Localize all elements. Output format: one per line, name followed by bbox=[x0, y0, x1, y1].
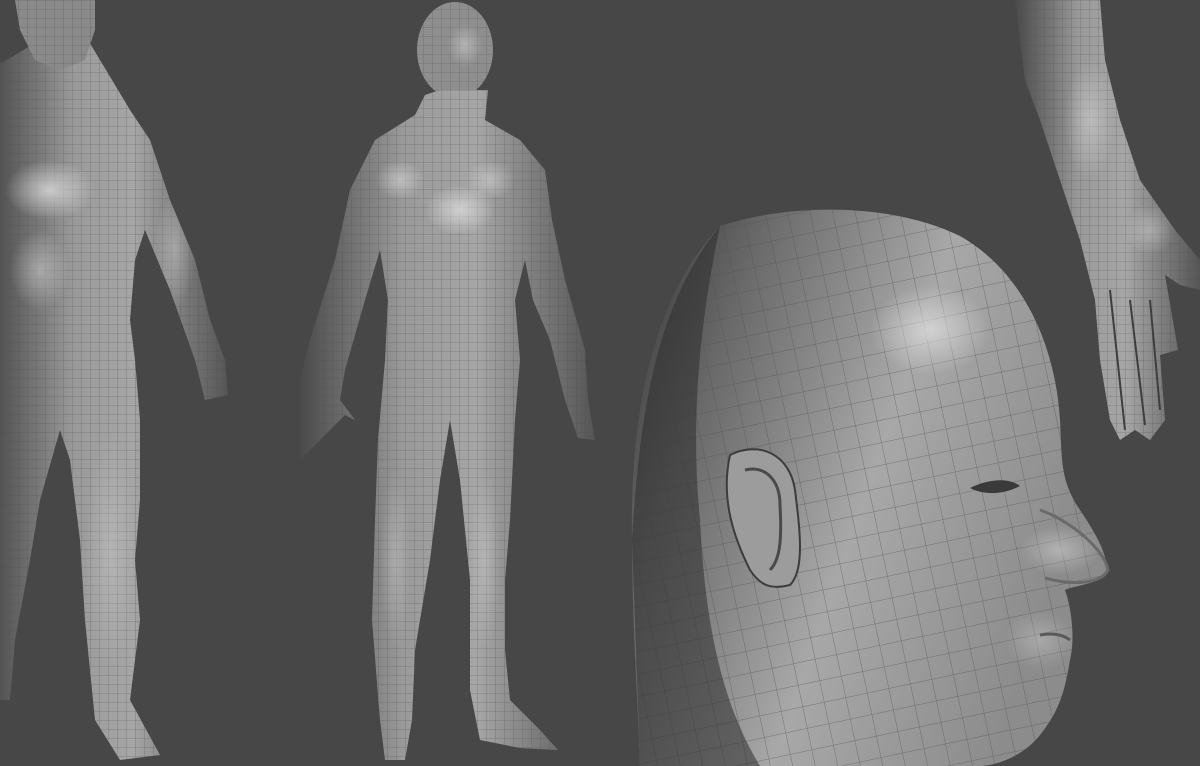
head-profile-right bbox=[631, 209, 1110, 766]
sculpt-scene bbox=[0, 0, 1200, 766]
viewport-3d[interactable] bbox=[0, 0, 1200, 766]
body-closeup-left bbox=[0, 0, 228, 760]
body-full-center bbox=[300, 2, 595, 760]
